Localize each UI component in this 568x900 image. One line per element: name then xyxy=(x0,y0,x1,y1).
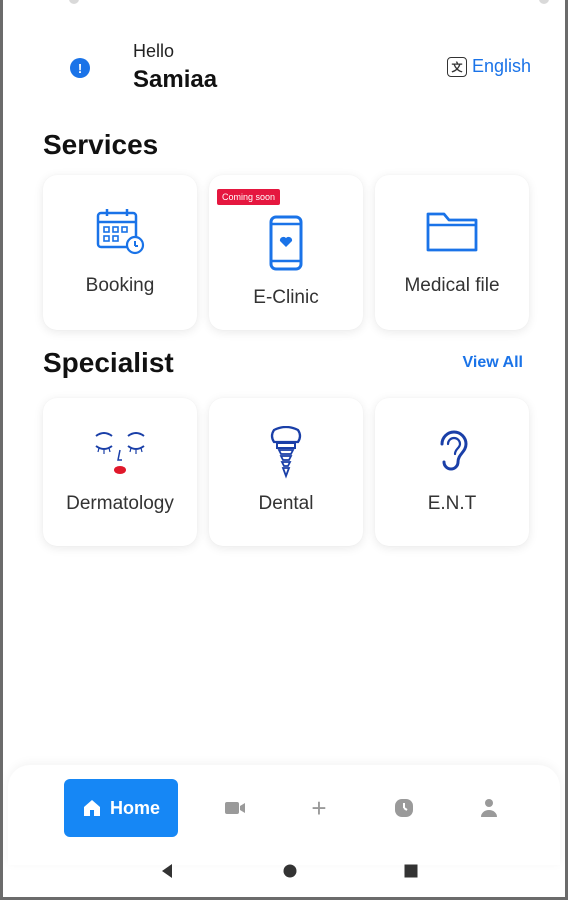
nav-home-button[interactable]: Home xyxy=(64,779,178,837)
service-label: Booking xyxy=(85,275,155,296)
nav-home-label: Home xyxy=(109,797,160,818)
language-label: English xyxy=(471,56,531,76)
home-icon xyxy=(83,800,100,816)
nav-video-button[interactable] xyxy=(222,795,248,821)
service-card-eclinic[interactable]: Coming soon E-Clinic xyxy=(209,175,363,330)
plus-icon: + xyxy=(311,793,327,823)
profile-icon xyxy=(481,799,497,817)
status-bar xyxy=(3,0,565,8)
system-navigation-bar xyxy=(3,855,565,895)
nav-history-button[interactable] xyxy=(391,795,417,821)
folder-icon xyxy=(426,212,478,252)
service-card-medical-file[interactable]: Medical file xyxy=(375,175,529,330)
status-icon xyxy=(539,0,549,4)
nav-add-button[interactable]: + xyxy=(306,795,332,821)
face-icon xyxy=(95,432,145,474)
nav-profile-button[interactable] xyxy=(476,795,502,821)
service-label: E-Clinic xyxy=(253,287,319,308)
translate-icon: 文 xyxy=(446,56,467,77)
service-label: Medical file xyxy=(404,275,500,296)
clock-icon xyxy=(395,799,413,817)
specialist-label: E.N.T xyxy=(427,493,477,514)
specialist-title: Specialist xyxy=(43,347,174,378)
services-title: Services xyxy=(43,129,159,160)
ear-icon xyxy=(440,430,468,471)
video-icon xyxy=(225,802,245,814)
language-selector[interactable]: 文 English xyxy=(446,56,531,77)
back-icon[interactable] xyxy=(159,863,175,879)
alert-icon[interactable]: ! xyxy=(70,58,90,78)
calendar-clock-icon xyxy=(96,209,145,255)
specialist-card-dental[interactable]: Dental xyxy=(209,398,363,546)
specialist-label: Dental xyxy=(258,493,314,514)
header: ! Hello Samiaa 文 English xyxy=(3,36,565,106)
view-all-link[interactable]: View All xyxy=(463,354,523,372)
greeting-text: Hello xyxy=(133,41,175,61)
status-icon xyxy=(69,0,79,4)
specialist-label: Dermatology xyxy=(66,493,174,514)
username: Samiaa xyxy=(133,66,218,93)
coming-soon-badge: Coming soon xyxy=(217,189,281,205)
specialist-card-ent[interactable]: E.N.T xyxy=(375,398,529,546)
tooth-implant-icon xyxy=(270,426,302,479)
app-screen: ! Hello Samiaa 文 English Services Bookin… xyxy=(0,0,568,900)
home-circle-icon[interactable] xyxy=(282,863,298,879)
phone-heart-icon xyxy=(269,215,303,271)
service-card-booking[interactable]: Booking xyxy=(43,175,197,330)
recents-icon[interactable] xyxy=(403,863,419,879)
bottom-navigation: Home + xyxy=(8,765,560,865)
specialist-card-dermatology[interactable]: Dermatology xyxy=(43,398,197,546)
